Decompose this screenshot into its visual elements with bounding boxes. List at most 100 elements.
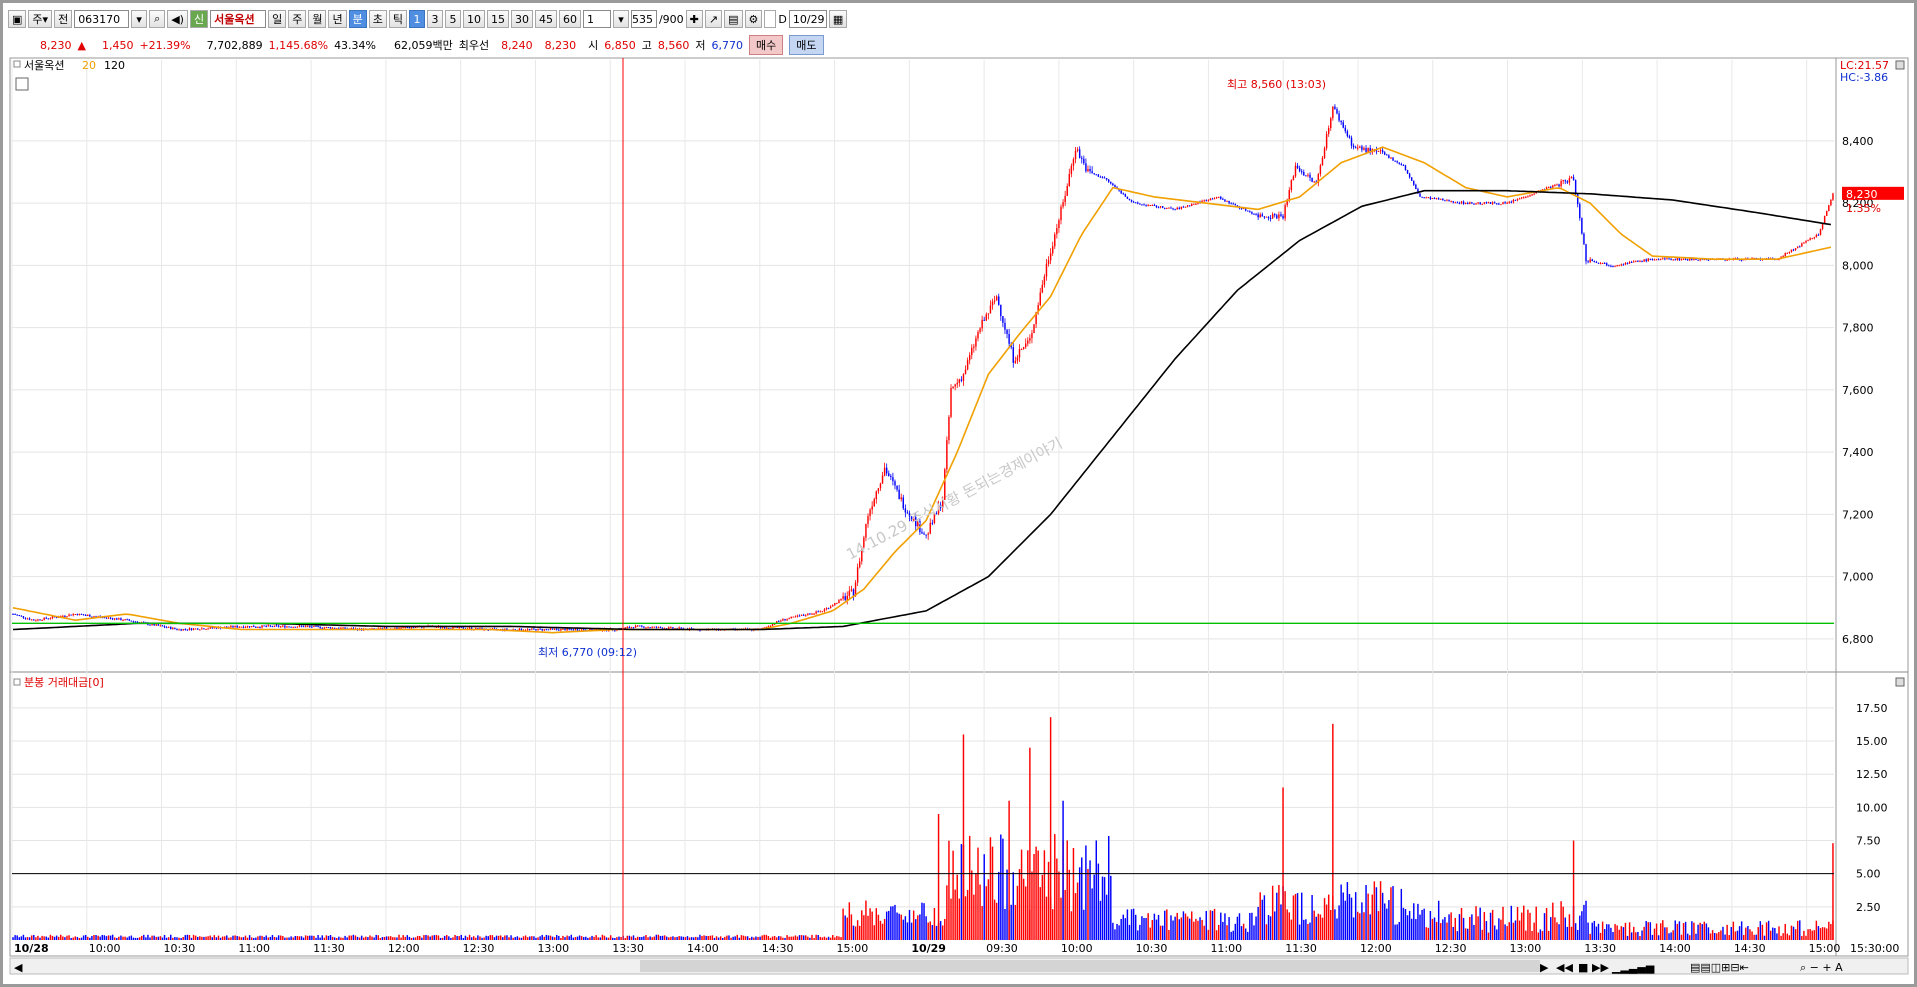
candle-body [120, 618, 122, 621]
candle-body [259, 626, 261, 628]
candle-body [1103, 177, 1106, 179]
tool-icons[interactable]: ▤▤◫⊞⊟⇤ [1690, 961, 1749, 974]
volume-bar [578, 935, 581, 940]
vol-pane-close-icon[interactable] [1895, 677, 1905, 687]
volume-bar [1344, 900, 1347, 940]
volume-bar [807, 936, 809, 940]
scroll-thumb[interactable] [640, 960, 1540, 972]
forward-icon[interactable]: ▶▶ [1592, 961, 1609, 974]
volume-bar [24, 937, 27, 940]
volume-bar [1425, 927, 1427, 940]
volume-bar [213, 935, 216, 940]
volume-bar [1180, 917, 1183, 940]
scroll-left-icon[interactable]: ◀ [14, 961, 23, 974]
candle-body [954, 384, 956, 387]
zoom-slider-icon[interactable]: ▁▂▃▄▅ [1611, 961, 1655, 974]
candle-body [1047, 260, 1050, 265]
volume-bar [1145, 918, 1147, 940]
volume-bar [30, 935, 33, 940]
volume-bar [113, 937, 116, 940]
legend-box-icon[interactable] [13, 60, 21, 68]
time-tick-label: 09:30 [986, 942, 1018, 955]
volume-bar [589, 937, 591, 940]
volume-bar [1417, 903, 1419, 940]
candle-body [1228, 200, 1230, 204]
volume-bar [1373, 881, 1376, 940]
candle-body [441, 627, 444, 629]
candle-body [203, 628, 205, 630]
volume-bar [601, 934, 604, 940]
candle-body [414, 627, 417, 629]
volume-bar [267, 937, 270, 940]
candle-body [1402, 165, 1405, 167]
volume-bar [41, 935, 43, 940]
volume-bar [153, 935, 155, 940]
candle-body [556, 628, 558, 630]
volume-bar [284, 937, 286, 940]
table-icon[interactable] [15, 77, 29, 91]
candle-body [1547, 186, 1550, 188]
volume-bar [1830, 923, 1832, 940]
volume-bar [1247, 931, 1249, 940]
volume-bar [1568, 914, 1571, 940]
candle-body [165, 627, 168, 629]
candle-body [788, 618, 790, 620]
volume-bar [1093, 874, 1095, 940]
volume-bar [771, 936, 774, 940]
volume-bar [1784, 923, 1786, 940]
volume-bar [1126, 909, 1129, 940]
volume-bar [1581, 911, 1583, 940]
stop-icon[interactable]: ■ [1578, 961, 1588, 974]
volume-bar [1083, 909, 1085, 940]
zoom-icons[interactable]: ⌕ − + A [1800, 961, 1843, 974]
candle-body [1413, 180, 1415, 185]
volume-bar [1284, 891, 1286, 940]
candle-body [1294, 165, 1297, 177]
volume-bar [1327, 894, 1330, 940]
volume-tick-label: 10.00 [1856, 801, 1888, 814]
volume-bar [118, 936, 120, 940]
volume-bar [1440, 923, 1442, 940]
volume-bar [197, 936, 199, 940]
candle-body [1624, 262, 1627, 265]
volume-bar [709, 935, 712, 940]
volume-bar [568, 936, 570, 940]
candle-body [22, 616, 25, 618]
volume-bar [302, 937, 305, 940]
volume-bar [300, 936, 303, 940]
candle-body [1458, 202, 1461, 204]
volume-bar [1166, 909, 1168, 940]
candle-body [1159, 206, 1162, 208]
vol-legend-box-icon[interactable] [13, 678, 21, 686]
pane-close-icon[interactable] [1895, 60, 1905, 70]
volume-bar [908, 910, 911, 940]
candle-body [410, 627, 413, 629]
volume-bar [1813, 930, 1816, 940]
volume-bar [439, 937, 442, 940]
volume-bar [464, 935, 467, 940]
time-tick-label: 10:30 [1136, 942, 1168, 955]
volume-bar [1566, 926, 1569, 940]
rewind-icon[interactable]: ◀◀ [1556, 961, 1573, 974]
volume-bar [250, 937, 253, 940]
candle-body [838, 600, 840, 604]
volume-bar [987, 879, 990, 940]
volume-bar [1747, 926, 1749, 940]
volume-bar [1722, 926, 1724, 940]
candle-body [1508, 201, 1510, 203]
volume-bar [502, 937, 504, 940]
volume-bar [1311, 895, 1313, 940]
scroll-right-icon[interactable]: ▶ [1540, 961, 1549, 974]
volume-bar [1280, 904, 1282, 940]
candle-body [1174, 209, 1176, 211]
volume-bar [466, 937, 469, 940]
volume-bar [1361, 902, 1363, 940]
volume-bar [313, 935, 315, 940]
volume-bar [832, 935, 834, 940]
candle-body [1101, 177, 1104, 179]
stock-chart[interactable]: 8,4008,2008,0007,8007,6007,4007,2007,000… [0, 0, 1917, 987]
volume-bar [423, 935, 425, 940]
volume-bar [416, 935, 419, 940]
candle-body [1585, 244, 1587, 262]
candle-body [1365, 148, 1367, 153]
